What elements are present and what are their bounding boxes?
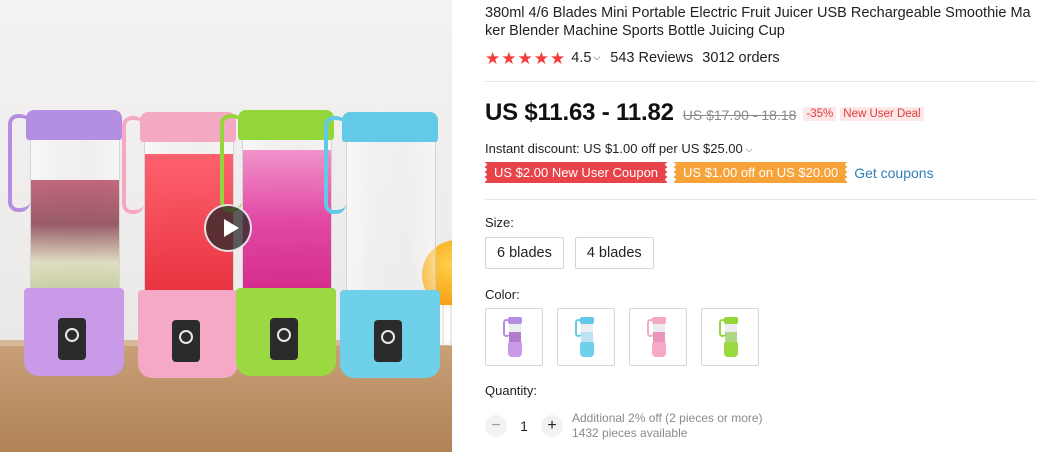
color-label: Color:: [485, 287, 520, 302]
bottle-body: [346, 142, 436, 292]
thumbnail-contents: [653, 332, 665, 342]
thumbnail-base: [724, 342, 738, 357]
bottle-cap: [342, 112, 438, 142]
quantity-note: Additional 2% off (2 pieces or more) 143…: [572, 411, 763, 441]
divider: [485, 199, 1037, 200]
pieces-available: 1432 pieces available: [572, 426, 688, 440]
instant-discount-text: Instant discount: US $1.00 off per US $2…: [485, 141, 743, 156]
product-image[interactable]: [0, 0, 452, 452]
star-icon: ★: [533, 48, 549, 68]
power-button-icon: [270, 318, 298, 360]
power-button-icon: [374, 320, 402, 362]
bottle-body: [30, 140, 120, 290]
color-thumbnail: [575, 317, 594, 357]
quantity-label: Quantity:: [485, 383, 538, 398]
bottle-base: [24, 288, 124, 376]
get-coupons-link[interactable]: Get coupons: [854, 165, 933, 181]
thumbnail-base: [652, 342, 666, 357]
bottle-cap: [238, 110, 334, 140]
store-coupon[interactable]: US $1.00 off on US $20.00: [674, 162, 848, 183]
thumbnail-cap: [724, 317, 738, 324]
star-icon: ★: [485, 48, 501, 68]
bottle-contents: [31, 180, 119, 290]
bottle-base: [138, 290, 238, 378]
bottle-body: [242, 140, 332, 290]
thumbnail-cap: [508, 317, 522, 324]
thumbnail-cap: [652, 317, 666, 324]
bottle-base: [340, 290, 440, 378]
instant-discount[interactable]: Instant discount: US $1.00 off per US $2…: [485, 141, 753, 156]
star-icon: ★: [501, 48, 517, 68]
decrease-quantity-button[interactable]: −: [485, 415, 507, 437]
thumbnail-base: [580, 342, 594, 357]
rating-stars: ★ ★ ★ ★ ★: [485, 50, 565, 67]
current-price: US $11.63 - 11.82: [485, 99, 674, 126]
discount-badge: -35%: [803, 107, 837, 121]
price-row: US $11.63 - 11.82 US $17.90 - 18.18 -35%…: [485, 99, 928, 127]
coupon-row: US $2.00 New User Coupon US $1.00 off on…: [485, 162, 934, 183]
thumbnail-base: [508, 342, 522, 357]
size-options: 6 blades 4 blades: [485, 237, 654, 269]
chevron-down-icon: ⌵: [745, 144, 753, 154]
original-price: US $17.90 - 18.18: [682, 107, 797, 123]
new-user-coupon[interactable]: US $2.00 New User Coupon: [485, 162, 668, 183]
color-thumbnail: [647, 317, 666, 357]
power-button-icon: [172, 320, 200, 362]
bottle-base: [236, 288, 336, 376]
size-label: Size:: [485, 215, 514, 230]
thumbnail-cap: [580, 317, 594, 324]
new-user-deal-badge: New User Deal: [840, 107, 924, 121]
size-option-4-blades[interactable]: 4 blades: [574, 237, 654, 269]
increase-quantity-button[interactable]: +: [541, 415, 563, 437]
divider: [485, 81, 1037, 82]
thumbnail-contents: [509, 332, 521, 342]
rating-value[interactable]: 4.5 ⌵: [571, 50, 600, 66]
star-icon: ★: [517, 48, 533, 68]
power-button-icon: [58, 318, 86, 360]
rating-row: ★ ★ ★ ★ ★ 4.5 ⌵ 543 Reviews 3012 orders: [485, 48, 780, 68]
quantity-stepper: − 1 + Additional 2% off (2 pieces or mor…: [485, 411, 763, 441]
color-option-blue[interactable]: [557, 308, 615, 366]
bulk-discount-note: Additional 2% off (2 pieces or more): [572, 411, 763, 425]
quantity-value[interactable]: 1: [507, 418, 541, 434]
thumbnail-contents: [581, 332, 593, 342]
rating-value-text: 4.5: [571, 50, 592, 66]
chevron-down-icon: ⌵: [593, 52, 601, 62]
color-thumbnail: [719, 317, 738, 357]
play-icon[interactable]: [204, 204, 252, 252]
bottle-contents: [243, 150, 331, 290]
star-icon: ★: [550, 48, 566, 68]
color-thumbnail: [503, 317, 522, 357]
size-option-6-blades[interactable]: 6 blades: [485, 237, 564, 269]
reviews-link[interactable]: 543 Reviews: [610, 50, 693, 66]
product-title: 380ml 4/6 Blades Mini Portable Electric …: [485, 5, 1031, 39]
color-options: [485, 308, 759, 366]
color-option-green[interactable]: [701, 308, 759, 366]
color-option-purple[interactable]: [485, 308, 543, 366]
orders-count: 3012 orders: [702, 50, 780, 66]
thumbnail-contents: [725, 332, 737, 342]
color-option-pink[interactable]: [629, 308, 687, 366]
bottle-cap: [26, 110, 122, 140]
